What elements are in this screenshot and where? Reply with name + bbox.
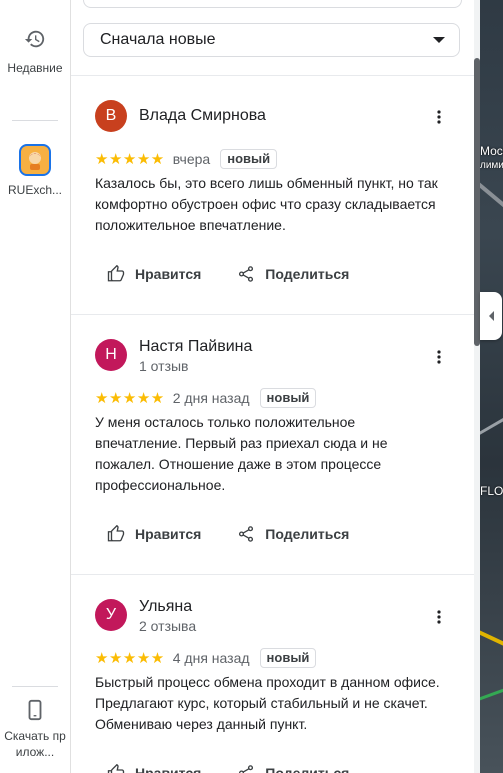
chevron-down-icon [433, 37, 445, 43]
review-actions: Нравится Поделиться [95, 256, 361, 292]
new-badge: новый [259, 648, 317, 668]
download-app-nav-item[interactable]: Скачать прилож... [0, 698, 70, 760]
share-label: Поделиться [265, 765, 350, 773]
left-rail: Недавние RUExch... Скачать прилож... [0, 0, 71, 773]
review-card: В Влада Смирнова ★★★★★ вчера новый Казал… [71, 76, 474, 314]
search-box[interactable] [83, 0, 462, 8]
map-label: FLOW [480, 484, 503, 498]
rail-divider [12, 120, 58, 121]
sort-selected-value: Сначала новые [100, 31, 216, 48]
app-label: RUExch... [7, 183, 62, 197]
like-label: Нравится [135, 266, 202, 282]
review-meta: ★★★★★ 2 дня назад новый [95, 387, 317, 409]
phone-icon [28, 699, 42, 721]
review-actions: Нравится Поделиться [95, 755, 361, 773]
review-meta: ★★★★★ вчера новый [95, 148, 278, 170]
share-icon [239, 266, 254, 282]
like-label: Нравится [135, 765, 202, 773]
star-rating: ★★★★★ [95, 650, 165, 667]
review-actions: Нравится Поделиться [95, 516, 361, 552]
map-road [480, 679, 503, 704]
star-rating: ★★★★★ [95, 390, 165, 407]
thumb-up-icon [107, 525, 125, 542]
avatar-letter: У [105, 606, 117, 623]
map-label: Моск [480, 144, 503, 158]
more-vert-icon [437, 350, 441, 364]
review-date: вчера [172, 151, 211, 167]
map-view[interactable]: Моск лими FLOW [480, 0, 503, 773]
map-label: лими [480, 160, 503, 171]
like-button[interactable]: Нравится [95, 755, 213, 773]
more-vert-icon [437, 110, 441, 124]
share-label: Поделиться [265, 266, 350, 282]
app-avatar-icon [29, 152, 41, 170]
review-date: 2 дня назад [172, 390, 250, 406]
rail-divider [12, 686, 58, 687]
review-card: У Ульяна 2 отзыва ★★★★★ 4 дня назад новы… [71, 575, 474, 773]
review-card: Н Настя Пайвина 1 отзыв ★★★★★ 2 дня наза… [71, 315, 474, 574]
avatar[interactable]: Н [95, 339, 127, 371]
recent-label: Недавние [7, 61, 63, 75]
share-icon [239, 526, 254, 542]
new-badge: новый [259, 388, 317, 408]
avatar[interactable]: У [95, 599, 127, 631]
author-name[interactable]: Ульяна [139, 598, 192, 616]
more-options-button[interactable] [427, 605, 451, 629]
author-review-count[interactable]: 2 отзыва [139, 618, 196, 634]
map-road [480, 627, 503, 657]
share-button[interactable]: Поделиться [225, 256, 361, 292]
review-text: Казалось бы, это всего лишь обменный пун… [95, 175, 438, 233]
author-review-count[interactable]: 1 отзыв [139, 358, 189, 374]
author-name[interactable]: Влада Смирнова [139, 107, 266, 125]
new-badge: новый [220, 149, 278, 169]
app-nav-item[interactable]: RUExch... [0, 144, 70, 198]
reviews-panel: Сначала новые В Влада Смирнова ★★★★★ вче… [71, 0, 474, 773]
review-text: Быстрый процесс обмена проходит в данном… [95, 674, 440, 732]
map-road [480, 405, 503, 438]
review-text: У меня осталось только положительное впе… [95, 414, 388, 493]
share-label: Поделиться [265, 526, 350, 542]
map-road [480, 181, 503, 223]
star-rating: ★★★★★ [95, 151, 165, 168]
chevron-left-icon [488, 311, 494, 321]
share-icon [239, 765, 254, 773]
app-thumbnail [19, 144, 51, 176]
sort-dropdown[interactable]: Сначала новые [83, 23, 460, 57]
more-vert-icon [437, 610, 441, 624]
thumb-up-icon [107, 265, 125, 282]
more-options-button[interactable] [427, 105, 451, 129]
history-icon [24, 30, 45, 48]
collapse-panel-button[interactable] [480, 292, 502, 340]
avatar-letter: В [105, 107, 117, 124]
recent-nav-item[interactable]: Недавние [0, 28, 70, 76]
download-app-label: Скачать прилож... [4, 729, 66, 759]
like-button[interactable]: Нравится [95, 256, 213, 292]
avatar[interactable]: В [95, 100, 127, 132]
review-date: 4 дня назад [172, 650, 250, 666]
share-button[interactable]: Поделиться [225, 516, 361, 552]
thumb-up-icon [107, 764, 125, 773]
more-options-button[interactable] [427, 345, 451, 369]
share-button[interactable]: Поделиться [225, 755, 361, 773]
avatar-letter: Н [105, 346, 117, 363]
review-meta: ★★★★★ 4 дня назад новый [95, 647, 317, 669]
author-name[interactable]: Настя Пайвина [139, 338, 252, 356]
like-label: Нравится [135, 526, 202, 542]
like-button[interactable]: Нравится [95, 516, 213, 552]
